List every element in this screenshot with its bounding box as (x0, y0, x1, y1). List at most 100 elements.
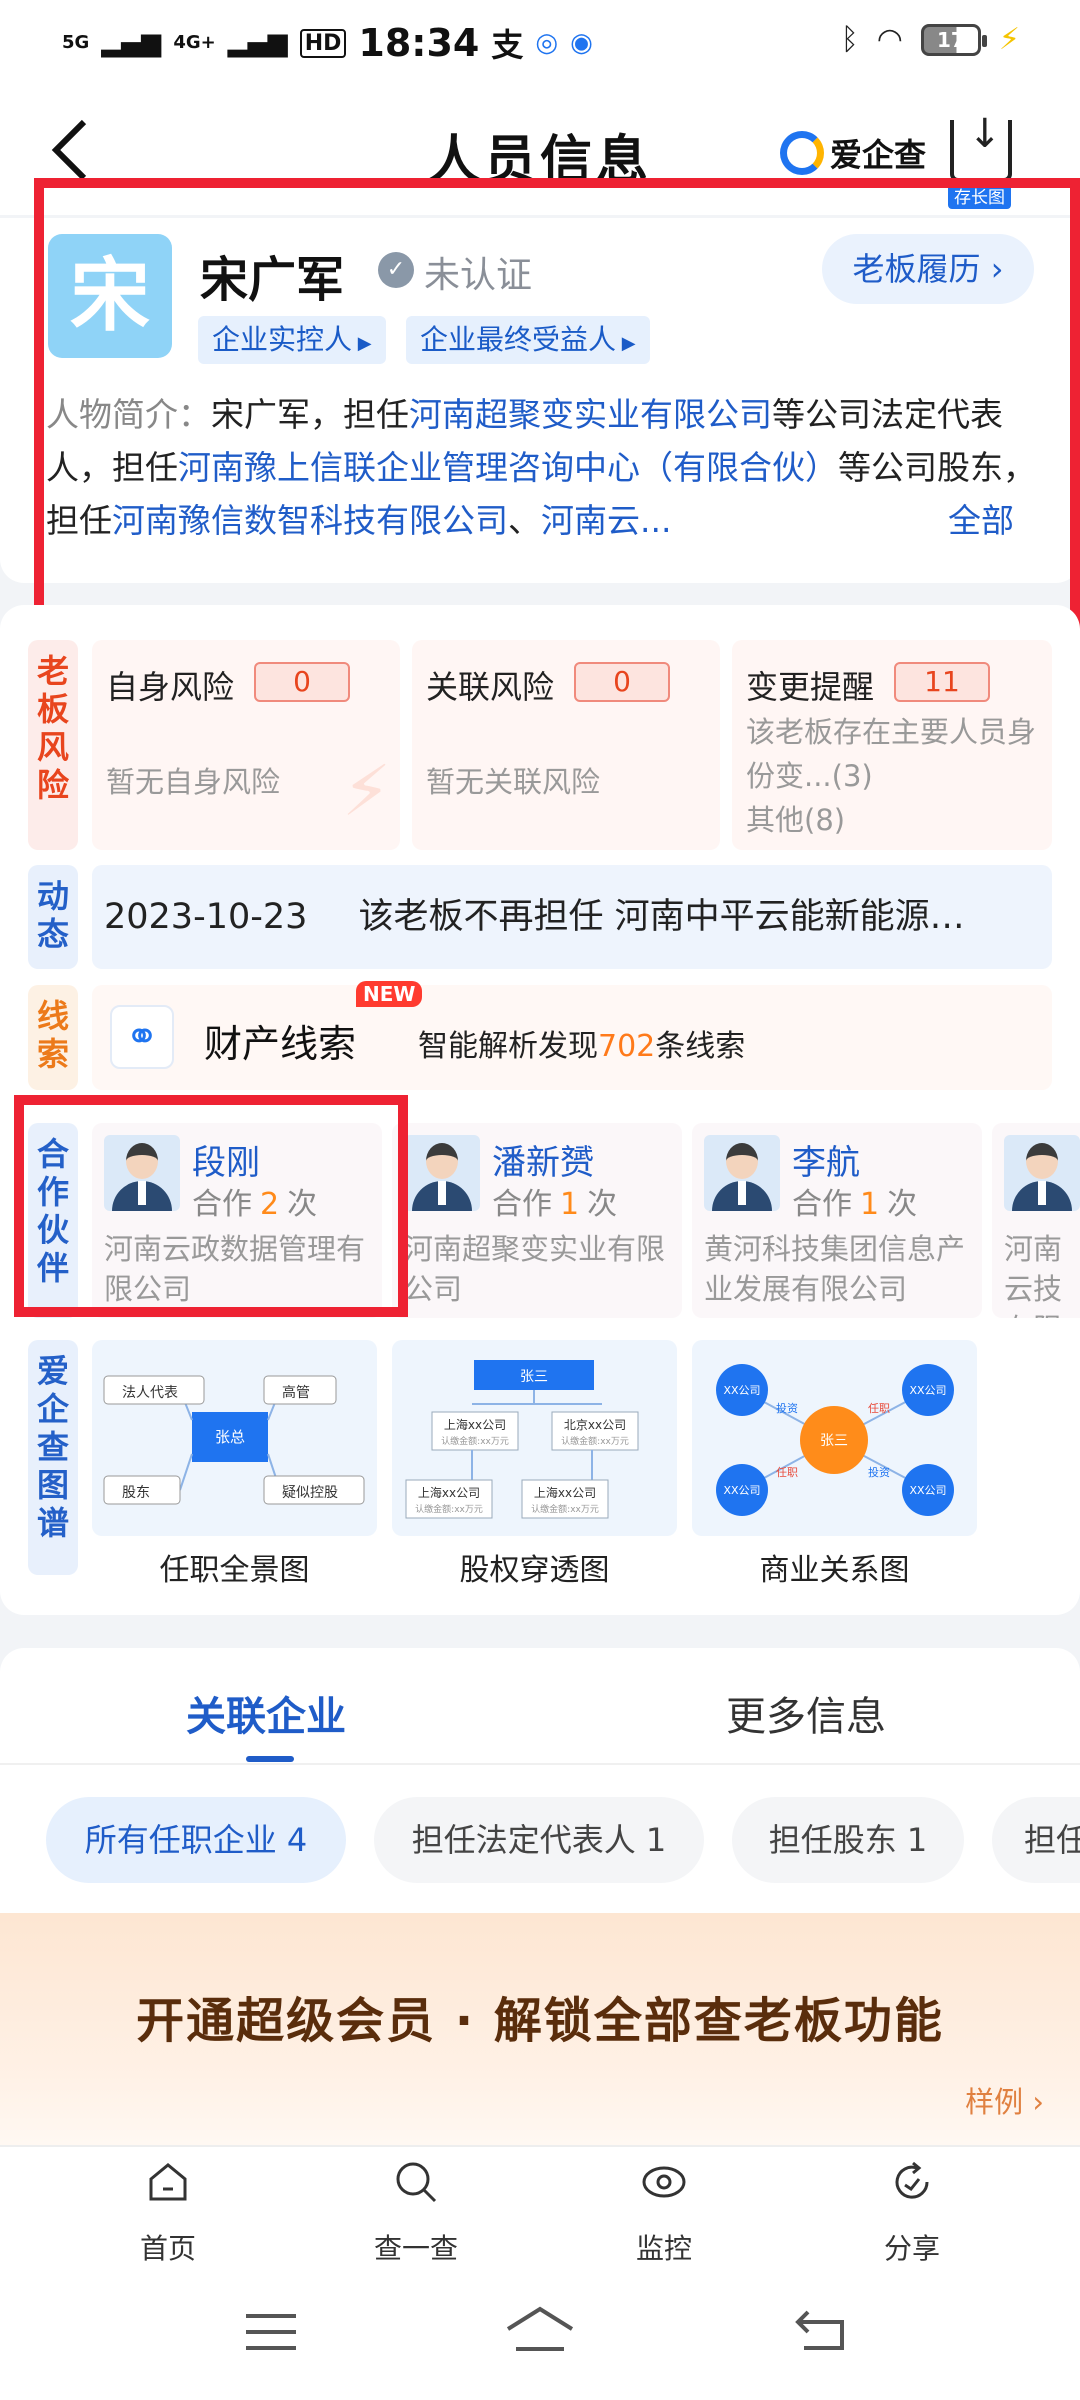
graph-node-sub: 认缴金额:xx万元 (441, 1437, 509, 1447)
bluetooth-icon: ᛒ (840, 22, 859, 57)
vip-title: 开通超级会员 · 解锁全部查老板功能 (136, 1993, 944, 2049)
status-right: ᛒ ◠ 17 ⚡ (841, 22, 1020, 57)
tab-bar: 关联企业 更多信息 (0, 1648, 1080, 1763)
dynamic-date: 2023-10-23 (104, 897, 308, 937)
nav-share[interactable]: 分享 (832, 2157, 992, 2267)
link-nodes-icon: ⚭ (110, 1005, 174, 1069)
partner-company: 河南超聚变实业有限公司 (404, 1232, 666, 1306)
self-risk-count: 0 (254, 662, 350, 702)
chip-count: 1 (645, 1821, 667, 1859)
graph-node-label: XX公司 (909, 1384, 947, 1397)
wifi-icon: ◠ (876, 22, 903, 57)
clue-count: 702 (598, 1029, 656, 1064)
graph-node-label: 北京xx公司 (563, 1418, 627, 1432)
chevron-right-icon: › (1023, 2085, 1044, 2119)
charging-icon: ⚡ (998, 22, 1020, 57)
annotation-highlight-box (34, 178, 1080, 636)
property-clue-item[interactable]: ⚭ 财产线索 NEW 智能解析发现702条线索 (92, 981, 1052, 1090)
tab-related-companies[interactable]: 关联企业 (186, 1684, 346, 1742)
partner-name: 李航 (792, 1143, 860, 1183)
change-alert-title: 变更提醒 (746, 668, 875, 706)
self-risk-card[interactable]: 自身风险 0 暂无自身风险 ⚡ (92, 640, 400, 850)
back-system-icon[interactable] (794, 2305, 850, 2365)
avatar (1004, 1135, 1080, 1211)
section-label-clue: 线索 (28, 985, 78, 1090)
self-risk-desc: 暂无自身风险 (106, 765, 281, 799)
graph-node-sub: 认缴金额:xx万元 (531, 1505, 599, 1515)
network-4g: 4G+ (173, 32, 216, 53)
eye-icon (584, 2157, 744, 2221)
annotation-highlight-box (14, 1095, 408, 1317)
status-bar: 5G ▂▄▆ 4G+ ▂▄▆ HD 18:34 支 ◎ ◉ ᛒ ◠ 17 ⚡ (0, 0, 1080, 90)
related-risk-title: 关联风险 (426, 668, 555, 706)
partner-company: 黄河科技集团信息产业发展有限公司 (704, 1232, 966, 1306)
avatar (704, 1135, 780, 1211)
bottom-nav: 首页 查一查 监控 分享 (0, 2145, 1080, 2275)
nav-label: 分享 (883, 2232, 940, 2265)
times-pre: 合作 (492, 1187, 552, 1222)
nav-search[interactable]: 查一查 (336, 2157, 496, 2267)
graph-center-label: 张三 (820, 1433, 848, 1449)
graph-node-label: 疑似控股 (282, 1485, 338, 1501)
graph-node-label: XX公司 (723, 1484, 761, 1497)
search-icon (336, 2157, 496, 2221)
battery-icon: 17 (920, 23, 987, 56)
graph-title: 商业关系图 (759, 1553, 910, 1588)
nav-label: 监控 (635, 2232, 692, 2265)
menu-icon[interactable] (244, 2305, 298, 2365)
change-alert-card[interactable]: 变更提醒 11 该老板存在主要人员身份变...(3) 其他(8) (732, 640, 1052, 850)
related-risk-count: 0 (574, 662, 670, 702)
nav-label: 查一查 (373, 2232, 458, 2265)
partner-card[interactable]: 潘新赟 合作 1 次 河南超聚变实业有限公司 (392, 1123, 682, 1318)
graph-node-label: XX公司 (723, 1384, 761, 1397)
graph-node-label: 上海xx公司 (417, 1486, 481, 1500)
change-alert-other: 其他(8) (746, 803, 846, 837)
graph-node-sub: 认缴金额:xx万元 (415, 1505, 483, 1515)
vip-sample-link[interactable]: 样例 › (965, 2079, 1044, 2121)
times-post: 次 (887, 1187, 918, 1222)
employment-graph-card[interactable]: 张总 法人代表 高管 股东 疑似控股 (92, 1340, 377, 1536)
home-icon (88, 2157, 248, 2221)
graph-node-label: 上海xx公司 (533, 1486, 597, 1500)
dynamic-text: 该老板不再担任 河南中平云能新能源… (358, 897, 965, 937)
avatar (404, 1135, 480, 1211)
chip-count: 1 (906, 1821, 928, 1859)
clue-text-pre: 智能解析发现 (418, 1029, 598, 1064)
section-label-dynamic: 动态 (28, 865, 78, 969)
section-label-graphs: 爱企查图谱 (28, 1340, 78, 1575)
business-graph-card[interactable]: 张三 XX公司 XX公司 XX公司 XX公司 投资 任职 任职 投资 (692, 1340, 977, 1536)
graph-node-sub: 认缴金额:xx万元 (561, 1437, 629, 1447)
times-pre: 合作 (792, 1187, 852, 1222)
network-5g: 5G (62, 32, 90, 53)
property-clue-text: 智能解析发现702条线索 (418, 1021, 745, 1065)
download-icon: ↓ (968, 111, 1002, 157)
save-long-image-button[interactable]: ↓ (950, 114, 1012, 182)
chip-label: 担任法定代表人 (411, 1821, 636, 1859)
dynamic-item[interactable]: 2023-10-23 该老板不再担任 河南中平云能新能源… (92, 865, 1052, 969)
equity-graph-card[interactable]: 张三 上海xx公司 北京xx公司 认缴金额:xx万元 认缴金额:xx万元 上海x… (392, 1340, 677, 1536)
lightning-watermark-icon: ⚡ (342, 750, 392, 832)
chip-shareholder[interactable]: 担任股东 1 (732, 1797, 964, 1883)
chip-all-positions[interactable]: 所有任职企业 4 (46, 1797, 346, 1883)
graph-center-label: 张总 (214, 1428, 245, 1446)
nav-monitor[interactable]: 监控 (584, 2157, 744, 2267)
partner-card[interactable]: 李航 合作 1 次 黄河科技集团信息产业发展有限公司 (692, 1123, 982, 1318)
vip-sample-label: 样例 (965, 2085, 1024, 2119)
graph-node-label: 上海xx公司 (443, 1418, 507, 1432)
section-label-risk: 老板风险 (28, 640, 78, 850)
new-badge: NEW (356, 981, 423, 1007)
chip-count: 4 (286, 1821, 308, 1859)
nav-home[interactable]: 首页 (88, 2157, 248, 2267)
filter-chips: 所有任职企业 4 担任法定代表人 1 担任股东 1 担任 (0, 1763, 1080, 1913)
chip-legal-rep[interactable]: 担任法定代表人 1 (374, 1797, 704, 1883)
partner-times: 合作 1 次 (792, 1179, 917, 1223)
vip-banner[interactable]: 开通超级会员 · 解锁全部查老板功能 样例 › (0, 1913, 1080, 2145)
chip-label: 担任 (1024, 1821, 1080, 1859)
clock: 18:34 (358, 21, 480, 65)
partner-card-partial[interactable]: 河南云技有限 (992, 1123, 1080, 1318)
graph-node-label: 法人代表 (122, 1385, 178, 1401)
related-risk-card[interactable]: 关联风险 0 暂无关联风险 (412, 640, 720, 850)
home-system-icon[interactable] (504, 2305, 576, 2366)
tab-more-info[interactable]: 更多信息 (726, 1684, 886, 1742)
chip-partial[interactable]: 担任 (992, 1797, 1080, 1883)
